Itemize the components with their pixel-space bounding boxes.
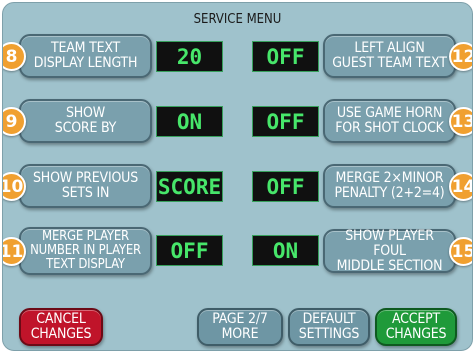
show-player-foul-middle-section-button[interactable]: SHOW PLAYER FOUL MIDDLE SECTION <box>323 228 456 273</box>
show-score-by-value: ON <box>156 106 223 137</box>
use-game-horn-value: OFF <box>252 106 319 137</box>
merge-minor-penalty-value: OFF <box>252 171 319 202</box>
left-align-guest-team-text-value: OFF <box>252 41 319 72</box>
left-align-guest-team-text-button[interactable]: LEFT ALIGN GUEST TEAM TEXT <box>323 34 456 78</box>
page-more-button[interactable]: PAGE 2/7 MORE <box>197 308 283 346</box>
service-menu-screen: SERVICE MENU TEAM TEXT DISPLAY LENGTH 20… <box>2 2 473 351</box>
merge-player-number-button[interactable]: MERGE PLAYER NUMBER IN PLAYER TEXT DISPL… <box>19 227 152 275</box>
team-text-display-length-value: 20 <box>156 41 223 72</box>
menu-title: SERVICE MENU <box>193 12 282 27</box>
option-number-badge-14: 14 <box>449 172 472 201</box>
cancel-changes-button[interactable]: CANCEL CHANGES <box>19 308 103 346</box>
option-number-badge-15: 15 <box>449 237 472 266</box>
accept-changes-button[interactable]: ACCEPT CHANGES <box>375 308 457 346</box>
merge-player-number-value: OFF <box>156 235 223 266</box>
show-previous-sets-in-value: SCORE <box>156 171 223 202</box>
team-text-display-length-button[interactable]: TEAM TEXT DISPLAY LENGTH <box>19 34 152 78</box>
default-settings-button[interactable]: DEFAULT SETTINGS <box>288 308 370 346</box>
use-game-horn-button[interactable]: USE GAME HORN FOR SHOT CLOCK <box>323 99 456 143</box>
show-previous-sets-in-button[interactable]: SHOW PREVIOUS SETS IN <box>19 164 152 208</box>
option-number-badge-13: 13 <box>449 107 472 136</box>
show-score-by-button[interactable]: SHOW SCORE BY <box>19 99 152 143</box>
show-player-foul-middle-section-value: ON <box>252 235 319 266</box>
merge-minor-penalty-button[interactable]: MERGE 2×MINOR PENALTY (2+2=4) <box>323 164 456 208</box>
option-number-badge-12: 12 <box>449 42 472 71</box>
